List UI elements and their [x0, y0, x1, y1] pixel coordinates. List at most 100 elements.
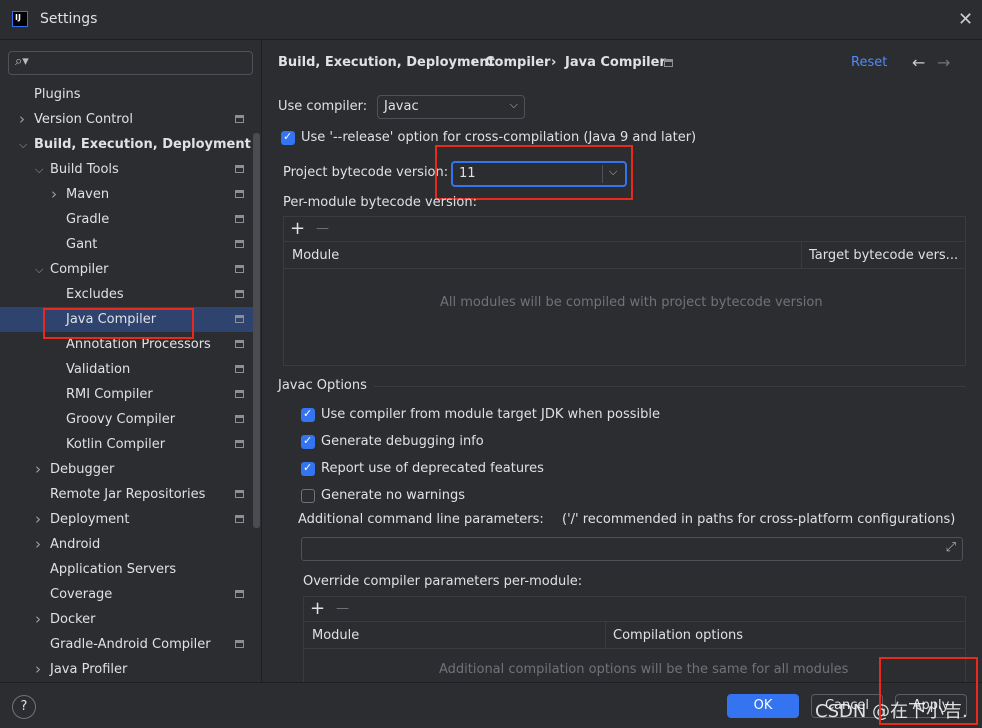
- javac-options-title: Javac Options: [278, 378, 367, 393]
- chevron-down-icon[interactable]: ⌵: [19, 132, 27, 157]
- sidebar-item[interactable]: ⌵ Build, Execution, Deployment: [0, 132, 260, 157]
- help-button[interactable]: ?: [12, 695, 36, 719]
- sidebar-item[interactable]: ⌵ Build Tools: [0, 157, 260, 182]
- breadcrumb-separator: ›: [471, 55, 477, 70]
- project-scope-icon: [235, 340, 244, 348]
- project-scope-icon: [235, 415, 244, 423]
- project-scope-icon: [235, 440, 244, 448]
- sidebar-item[interactable]: › Docker: [0, 607, 260, 632]
- sidebar-item[interactable]: › Android: [0, 532, 260, 557]
- per-module-table: + — Module Target bytecode vers... All m…: [283, 216, 966, 366]
- sidebar-item[interactable]: Gradle: [0, 207, 260, 232]
- sidebar-item[interactable]: Coverage: [0, 582, 260, 607]
- add-icon[interactable]: +: [290, 218, 305, 239]
- compiler-select[interactable]: Javac ⌵: [377, 95, 525, 119]
- sidebar-item[interactable]: Groovy Compiler: [0, 407, 260, 432]
- window-title: Settings: [40, 11, 98, 27]
- release-option-checkbox[interactable]: [281, 130, 295, 145]
- column-header-module[interactable]: Module: [292, 248, 339, 263]
- reset-link[interactable]: Reset: [851, 55, 887, 70]
- highlight-box: [43, 308, 194, 339]
- sidebar-item[interactable]: › Java Profiler: [0, 657, 260, 682]
- sidebar-item[interactable]: Kotlin Compiler: [0, 432, 260, 457]
- ok-button[interactable]: OK: [727, 694, 799, 718]
- column-header-options[interactable]: Compilation options: [613, 628, 743, 643]
- chevron-down-icon[interactable]: ⌵: [35, 257, 43, 282]
- close-icon[interactable]: ✕: [958, 9, 973, 30]
- highlight-box: [435, 145, 633, 200]
- forward-arrow-icon[interactable]: →: [937, 53, 950, 72]
- chevron-right-icon[interactable]: ›: [35, 507, 41, 532]
- release-option-label: Use '--release' option for cross-compila…: [301, 130, 697, 145]
- project-scope-icon: [235, 365, 244, 373]
- chevron-right-icon[interactable]: ›: [35, 457, 41, 482]
- per-module-label: Per-module bytecode version:: [283, 195, 477, 210]
- divider: [261, 40, 262, 682]
- sidebar-item-label: Coverage: [50, 587, 113, 602]
- sidebar-item-label: Docker: [50, 612, 96, 627]
- sidebar-item-label: Validation: [66, 362, 131, 377]
- chevron-right-icon[interactable]: ›: [35, 607, 41, 632]
- remove-icon[interactable]: —: [336, 601, 349, 616]
- use-compiler-label: Use compiler:: [278, 99, 368, 114]
- sidebar-item-label: Compiler: [50, 262, 109, 277]
- project-scope-icon: [235, 240, 244, 248]
- intellij-logo-icon: IJ: [12, 11, 28, 27]
- project-scope-icon: [235, 115, 244, 123]
- chevron-right-icon[interactable]: ›: [51, 182, 57, 207]
- remove-icon[interactable]: —: [316, 221, 329, 236]
- javac-option-label: Use compiler from module target JDK when…: [321, 407, 660, 422]
- project-scope-icon: [235, 190, 244, 198]
- sidebar-item-label: Gant: [66, 237, 98, 252]
- breadcrumb-item[interactable]: Compiler: [485, 55, 550, 70]
- breadcrumb-item: Java Compiler: [565, 55, 666, 70]
- sidebar-item[interactable]: Gant: [0, 232, 260, 257]
- highlight-box: [879, 657, 978, 725]
- search-input[interactable]: ⌕▾: [8, 51, 253, 75]
- sidebar-item[interactable]: RMI Compiler: [0, 382, 260, 407]
- javac-option-checkbox[interactable]: [301, 434, 315, 449]
- sidebar-item[interactable]: Validation: [0, 357, 260, 382]
- column-header-target[interactable]: Target bytecode vers...: [809, 248, 958, 263]
- project-scope-icon: [235, 165, 244, 173]
- additional-params-input[interactable]: ⤢: [301, 537, 963, 561]
- javac-option-checkbox[interactable]: [301, 461, 315, 476]
- sidebar-item[interactable]: › Version Control: [0, 107, 260, 132]
- sidebar-item-label: RMI Compiler: [66, 387, 153, 402]
- title-bar: IJ Settings ✕: [0, 0, 982, 40]
- project-scope-icon: [235, 590, 244, 598]
- sidebar-item-label: Build Tools: [50, 162, 119, 177]
- project-scope-icon: [235, 640, 244, 648]
- sidebar-item[interactable]: Plugins: [0, 82, 260, 107]
- breadcrumb-item[interactable]: Build, Execution, Deployment: [278, 55, 495, 70]
- sidebar-item-label: Excludes: [66, 287, 124, 302]
- empty-table-text: All modules will be compiled with projec…: [440, 295, 823, 310]
- sidebar-item[interactable]: Application Servers: [0, 557, 260, 582]
- dialog-footer: ? OK Cancel Apply CSDN @在下小吉.: [0, 682, 982, 728]
- javac-option-label: Generate debugging info: [321, 434, 484, 449]
- chevron-right-icon[interactable]: ›: [35, 532, 41, 557]
- back-arrow-icon[interactable]: ←: [912, 53, 925, 72]
- sidebar-item[interactable]: Excludes: [0, 282, 260, 307]
- sidebar-item-label: Groovy Compiler: [66, 412, 176, 427]
- chevron-right-icon[interactable]: ›: [19, 107, 25, 132]
- column-header-module[interactable]: Module: [312, 628, 359, 643]
- javac-option-checkbox[interactable]: [301, 489, 315, 503]
- javac-option-checkbox[interactable]: [301, 407, 315, 422]
- sidebar-item[interactable]: › Deployment: [0, 507, 260, 532]
- sidebar-item-label: Maven: [66, 187, 110, 202]
- add-icon[interactable]: +: [310, 598, 325, 619]
- sidebar-item[interactable]: Remote Jar Repositories: [0, 482, 260, 507]
- chevron-down-icon[interactable]: ⌵: [35, 157, 43, 182]
- sidebar-item[interactable]: › Maven: [0, 182, 260, 207]
- sidebar-item-label: Build, Execution, Deployment: [34, 137, 251, 152]
- project-scope-icon: [235, 515, 244, 523]
- sidebar-item[interactable]: › Debugger: [0, 457, 260, 482]
- chevron-right-icon[interactable]: ›: [35, 657, 41, 682]
- chevron-down-icon: ⌵: [509, 98, 518, 111]
- project-scope-icon: [664, 59, 673, 67]
- sidebar-item[interactable]: ⌵ Compiler: [0, 257, 260, 282]
- sidebar-scrollbar[interactable]: [253, 133, 260, 528]
- sidebar-item[interactable]: Gradle-Android Compiler: [0, 632, 260, 657]
- expand-icon[interactable]: ⤢: [946, 540, 956, 555]
